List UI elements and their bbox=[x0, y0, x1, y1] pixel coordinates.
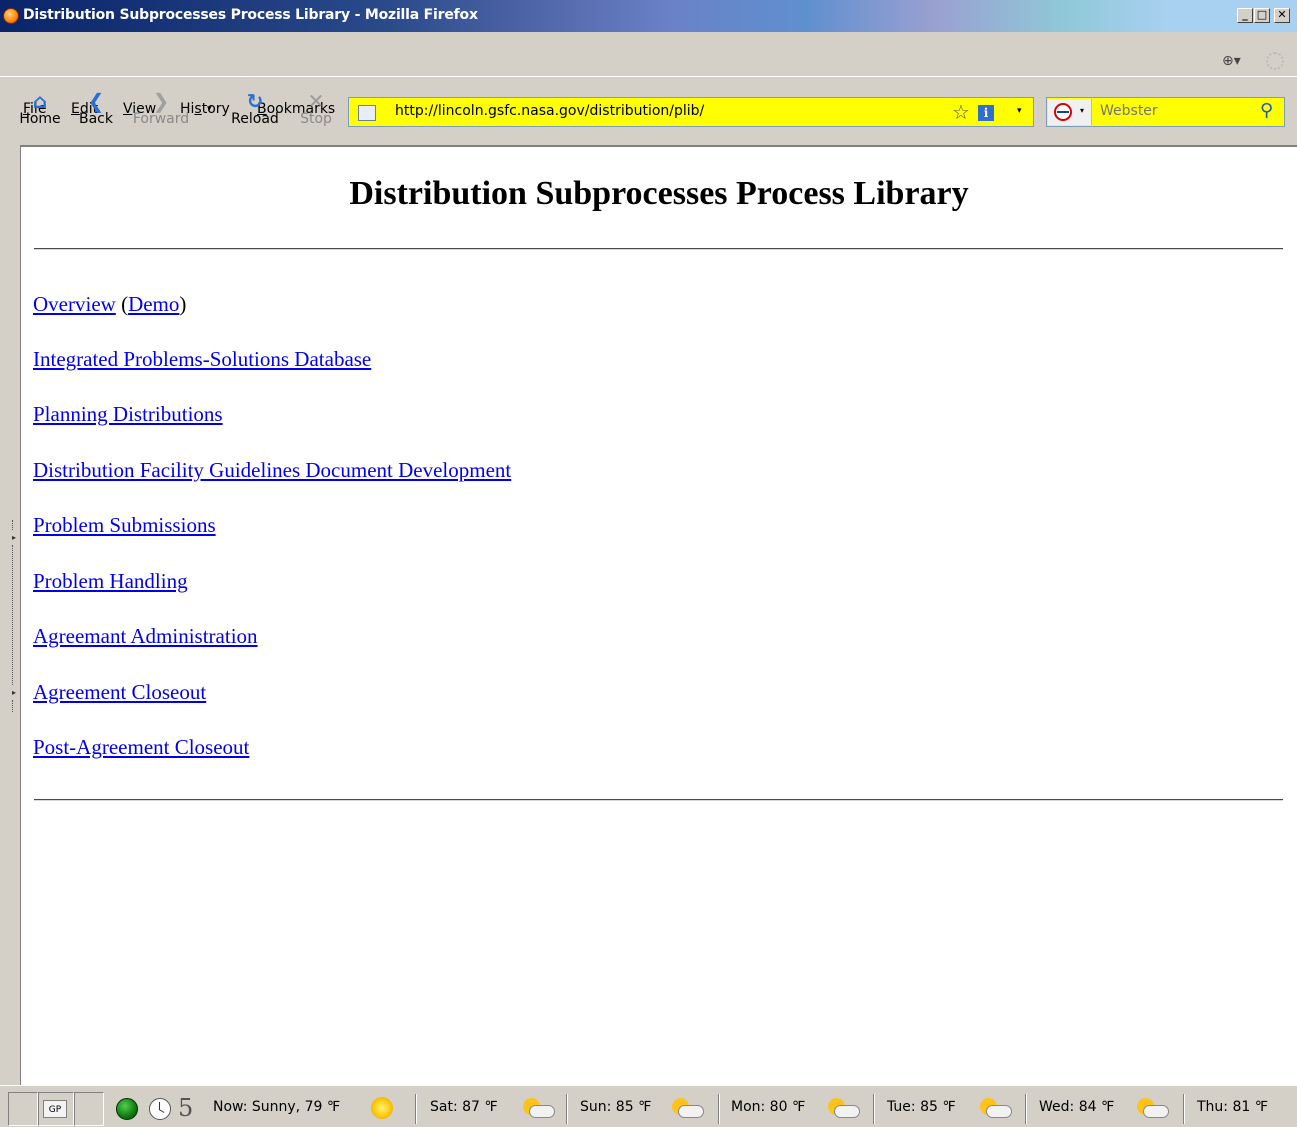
window-title-bar[interactable]: Distribution Subprocesses Process Librar… bbox=[0, 0, 1297, 32]
window-title: Distribution Subprocesses Process Librar… bbox=[23, 7, 478, 23]
back-arrow-icon: ❮ bbox=[87, 89, 105, 113]
account-dropdown-icon[interactable]: ⊕▾ bbox=[1222, 53, 1241, 69]
horizontal-rule bbox=[34, 248, 1283, 250]
back-button[interactable]: ❮ Back bbox=[76, 90, 116, 127]
minimize-button[interactable]: _ bbox=[1237, 8, 1253, 23]
link-demo[interactable]: Demo bbox=[128, 292, 179, 316]
link-post-agreement-closeout[interactable]: Post-Agreement Closeout bbox=[33, 735, 249, 759]
link-overview[interactable]: Overview bbox=[33, 292, 116, 316]
partly-cloudy-icon bbox=[1134, 1096, 1172, 1122]
expand-arrow-icon[interactable]: ▸ bbox=[12, 688, 16, 697]
bookmark-star-icon[interactable]: ☆ bbox=[952, 100, 970, 124]
back-label: Back bbox=[79, 111, 113, 127]
search-engine-selector[interactable]: ▾ bbox=[1048, 99, 1092, 125]
site-identity-icon[interactable] bbox=[358, 105, 376, 121]
splitter-grip bbox=[12, 700, 16, 712]
address-bar[interactable]: http://lincoln.gsfc.nasa.gov/distributio… bbox=[348, 97, 1034, 127]
search-input[interactable] bbox=[1100, 103, 1250, 119]
status-cell bbox=[8, 1092, 38, 1126]
link-row-overview: Overview (Demo) bbox=[33, 292, 187, 316]
webster-logo-icon bbox=[1054, 103, 1072, 121]
status-separator bbox=[415, 1094, 417, 1124]
activity-throbber-icon bbox=[1266, 52, 1284, 70]
link-agreement-closeout[interactable]: Agreement Closeout bbox=[33, 680, 206, 704]
status-count: 5 bbox=[178, 1094, 194, 1122]
search-engine-dropdown-icon: ▾ bbox=[1080, 106, 1085, 115]
link-integrated-problems-solutions-database[interactable]: Integrated Problems-Solutions Database bbox=[33, 347, 371, 371]
stop-icon: ✕ bbox=[307, 89, 325, 113]
search-go-icon[interactable]: ⚲ bbox=[1260, 100, 1273, 121]
status-cell bbox=[74, 1092, 104, 1126]
page-title: Distribution Subprocesses Process Librar… bbox=[349, 175, 969, 212]
close-button[interactable]: ✕ bbox=[1274, 8, 1290, 23]
page-content: Distribution Subprocesses Process Librar… bbox=[21, 145, 1297, 1085]
stop-button[interactable]: ✕ Stop bbox=[296, 90, 336, 127]
status-separator bbox=[1025, 1094, 1027, 1124]
partly-cloudy-icon bbox=[977, 1096, 1015, 1122]
reload-button[interactable]: ↻ Reload bbox=[227, 90, 283, 127]
forward-label: Forward bbox=[132, 111, 190, 127]
url-dropdown-icon[interactable]: ▾ bbox=[1017, 106, 1022, 116]
gp-button[interactable]: GP bbox=[43, 1100, 67, 1118]
firefox-logo-icon bbox=[3, 8, 19, 24]
address-url[interactable]: http://lincoln.gsfc.nasa.gov/distributio… bbox=[395, 103, 704, 119]
link-problem-handling[interactable]: Problem Handling bbox=[33, 569, 188, 593]
sidebar-splitter[interactable]: ▸ ▸ bbox=[0, 145, 21, 1085]
link-problem-submissions[interactable]: Problem Submissions bbox=[33, 513, 216, 537]
weather-mon[interactable]: Mon: 80 ℉ bbox=[731, 1099, 805, 1115]
partly-cloudy-icon bbox=[825, 1096, 863, 1122]
weather-thu[interactable]: Thu: 81 ℉ bbox=[1197, 1099, 1268, 1115]
sunny-icon bbox=[371, 1097, 393, 1119]
weather-sat[interactable]: Sat: 87 ℉ bbox=[430, 1099, 498, 1115]
splitter-grip bbox=[12, 545, 16, 685]
weather-sun[interactable]: Sun: 85 ℉ bbox=[580, 1099, 651, 1115]
link-distribution-facility-guidelines[interactable]: Distribution Facility Guidelines Documen… bbox=[33, 458, 511, 482]
history-dropdown-icon[interactable]: ▾ bbox=[207, 104, 212, 114]
collapse-arrow-icon[interactable]: ▸ bbox=[12, 533, 16, 542]
home-label: Home bbox=[19, 111, 61, 127]
forward-button[interactable]: ❯ Forward bbox=[128, 90, 194, 127]
weather-now[interactable]: Now: Sunny, 79 ℉ bbox=[213, 1099, 340, 1115]
weather-wed[interactable]: Wed: 84 ℉ bbox=[1039, 1099, 1114, 1115]
link-agreemant-administration[interactable]: Agreemant Administration bbox=[33, 624, 258, 648]
status-separator bbox=[1183, 1094, 1185, 1124]
weather-tue[interactable]: Tue: 85 ℉ bbox=[887, 1099, 956, 1115]
stop-label: Stop bbox=[300, 111, 332, 127]
menu-separator bbox=[0, 76, 1297, 77]
status-separator bbox=[873, 1094, 875, 1124]
menu-bar: File Edit View History Bookmarks Tools H… bbox=[0, 48, 1297, 117]
reload-icon: ↻ bbox=[246, 89, 264, 113]
link-planning-distributions[interactable]: Planning Distributions bbox=[33, 402, 223, 426]
status-separator bbox=[566, 1094, 568, 1124]
search-bar[interactable]: ▾ ⚲ bbox=[1046, 97, 1285, 127]
reload-label: Reload bbox=[231, 111, 279, 127]
splitter-grip bbox=[12, 520, 16, 530]
horizontal-rule bbox=[34, 799, 1283, 801]
forward-arrow-icon: ❯ bbox=[152, 89, 170, 113]
clock-icon[interactable] bbox=[149, 1098, 171, 1120]
maximize-button[interactable]: □ bbox=[1254, 8, 1270, 23]
partly-cloudy-icon bbox=[669, 1096, 707, 1122]
home-button[interactable]: ⌂ Home bbox=[18, 90, 62, 127]
partly-cloudy-icon bbox=[520, 1096, 558, 1122]
home-icon: ⌂ bbox=[32, 89, 48, 113]
status-separator bbox=[718, 1094, 720, 1124]
connection-status-icon[interactable] bbox=[116, 1098, 138, 1120]
page-info-icon[interactable]: i bbox=[978, 105, 994, 121]
